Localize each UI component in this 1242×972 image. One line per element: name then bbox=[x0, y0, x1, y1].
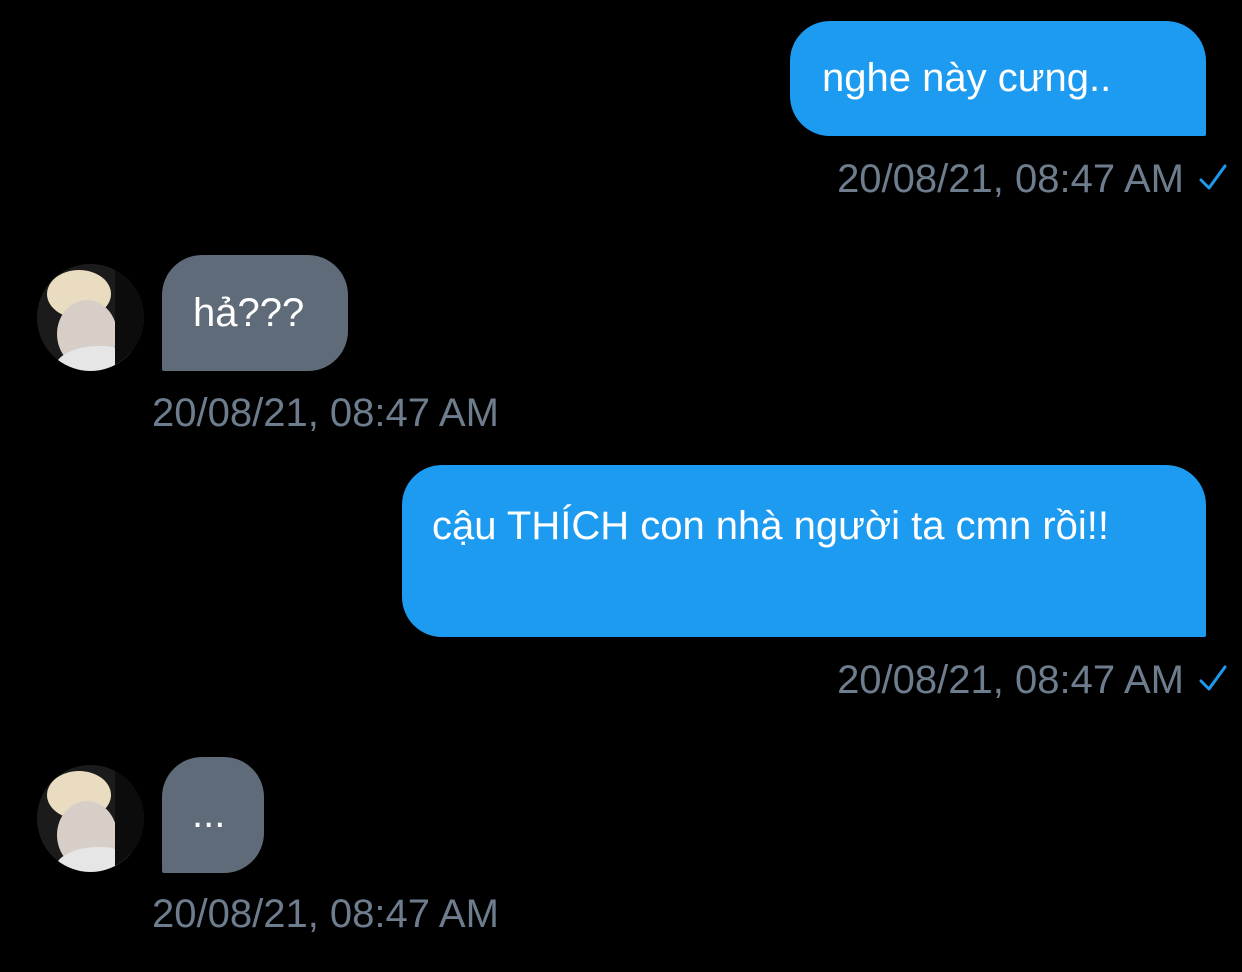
message-text: cậu THÍCH con nhà người ta cmn rồi!! bbox=[432, 504, 1109, 548]
received-message-bubble[interactable]: ... bbox=[162, 757, 264, 873]
message-text: hả??? bbox=[193, 291, 305, 335]
message-timestamp: 20/08/21, 08:47 AM bbox=[837, 156, 1227, 202]
timestamp-text: 20/08/21, 08:47 AM bbox=[837, 157, 1184, 201]
avatar-icon[interactable] bbox=[37, 765, 144, 872]
check-icon bbox=[1199, 164, 1227, 190]
sent-message-bubble[interactable]: nghe này cưng.. bbox=[790, 21, 1206, 136]
received-message-bubble[interactable]: hả??? bbox=[162, 255, 348, 371]
message-text: nghe này cưng.. bbox=[822, 56, 1112, 100]
message-text: ... bbox=[192, 792, 226, 836]
dm-conversation: { "colors": { "background": "#000000", "… bbox=[0, 0, 1242, 972]
check-icon bbox=[1199, 665, 1227, 691]
message-timestamp: 20/08/21, 08:47 AM bbox=[152, 390, 499, 436]
avatar-icon[interactable] bbox=[37, 264, 144, 371]
sent-message-bubble[interactable]: cậu THÍCH con nhà người ta cmn rồi!! bbox=[402, 465, 1206, 637]
timestamp-text: 20/08/21, 08:47 AM bbox=[837, 658, 1184, 702]
message-timestamp: 20/08/21, 08:47 AM bbox=[837, 657, 1227, 703]
message-timestamp: 20/08/21, 08:47 AM bbox=[152, 891, 499, 937]
timestamp-text: 20/08/21, 08:47 AM bbox=[152, 892, 499, 936]
timestamp-text: 20/08/21, 08:47 AM bbox=[152, 391, 499, 435]
